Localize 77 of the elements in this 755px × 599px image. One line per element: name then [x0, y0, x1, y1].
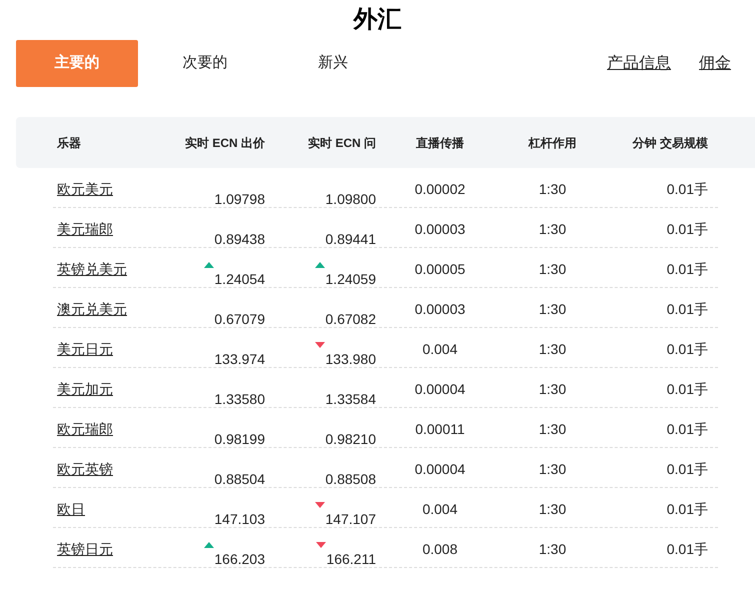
ask-price: 0.67082: [324, 310, 376, 329]
column-header: 实时 ECN 问: [306, 134, 377, 152]
leverage-value: 1:30: [538, 380, 566, 399]
down-triangle-icon: [315, 502, 326, 508]
up-triangle-icon: [315, 262, 326, 268]
instrument-link[interactable]: 欧元瑞郎: [57, 421, 113, 437]
down-triangle-icon: [316, 542, 326, 548]
bid-price: 0.88504: [213, 470, 265, 489]
trade-size-value: 0.01手: [666, 340, 708, 359]
ask-price: 0.98210: [324, 430, 376, 449]
spread-value: 0.00002: [414, 180, 466, 199]
instrument-link[interactable]: 美元瑞郎: [57, 221, 113, 237]
bid-price: 133.974: [213, 350, 265, 369]
ask-price: 1.24059: [315, 262, 376, 290]
spread-value: 0.00005: [414, 260, 466, 279]
down-triangle-icon: [315, 342, 326, 348]
category-tab[interactable]: 次要的: [144, 40, 266, 87]
trade-size-value: 0.01手: [666, 260, 708, 279]
ask-price: 0.88508: [324, 470, 376, 489]
bid-price: 147.103: [213, 510, 265, 529]
spread-value: 0.00004: [414, 460, 466, 479]
leverage-value: 1:30: [538, 540, 566, 559]
bid-price: 1.33580: [213, 390, 265, 409]
trade-size-value: 0.01手: [666, 540, 708, 559]
ask-price: 166.211: [316, 542, 376, 570]
spread-value: 0.00003: [414, 220, 466, 239]
instrument-link[interactable]: 澳元兑美元: [57, 301, 127, 317]
bid-price: 0.98199: [213, 430, 265, 449]
leverage-value: 1:30: [538, 180, 566, 199]
spread-value: 0.00003: [414, 300, 466, 319]
trade-size-value: 0.01手: [666, 220, 708, 239]
instrument-link[interactable]: 英镑兑美元: [57, 261, 127, 277]
spread-value: 0.004: [422, 340, 458, 359]
ask-price: 1.33584: [324, 390, 376, 409]
bid-price: 166.203: [204, 542, 265, 570]
ask-price: 147.107: [315, 502, 376, 530]
spread-value: 0.00011: [415, 420, 465, 439]
leverage-value: 1:30: [538, 300, 566, 319]
trade-size-value: 0.01手: [666, 500, 708, 519]
spread-value: 0.008: [422, 540, 458, 559]
spread-value: 0.004: [422, 500, 458, 519]
bid-price: 1.09798: [213, 190, 265, 209]
column-header: 实时 ECN 出价: [184, 134, 266, 152]
column-header: 杠杆作用: [527, 134, 578, 152]
category-tab[interactable]: 新兴: [272, 40, 394, 87]
bid-price: 0.89438: [213, 230, 265, 249]
column-header: 乐器: [56, 134, 82, 152]
leverage-value: 1:30: [538, 340, 566, 359]
instrument-link[interactable]: 美元加元: [57, 381, 113, 397]
spread-value: 0.00004: [414, 380, 466, 399]
ask-price: 133.980: [315, 342, 376, 370]
instrument-link[interactable]: 欧元英镑: [57, 461, 113, 477]
ask-price: 0.89441: [324, 230, 376, 249]
instrument-link[interactable]: 欧日: [57, 501, 85, 517]
info-link[interactable]: 产品信息: [607, 52, 671, 76]
trade-size-value: 0.01手: [666, 420, 708, 439]
column-header: 直播传播: [415, 134, 465, 152]
bid-price: 1.24054: [204, 262, 265, 290]
leverage-value: 1:30: [538, 220, 566, 239]
trade-size-value: 0.01手: [666, 300, 708, 319]
page-title: 外汇: [354, 5, 402, 35]
info-link[interactable]: 佣金: [699, 52, 731, 76]
instrument-link[interactable]: 英镑日元: [57, 541, 113, 557]
leverage-value: 1:30: [538, 500, 566, 519]
leverage-value: 1:30: [538, 460, 566, 479]
ask-price: 1.09800: [324, 190, 376, 209]
bid-price: 0.67079: [213, 310, 265, 329]
trade-size-value: 0.01手: [666, 180, 708, 199]
leverage-value: 1:30: [538, 260, 566, 279]
up-triangle-icon: [204, 262, 214, 268]
up-triangle-icon: [204, 542, 214, 548]
column-header: 分钟 交易规模: [631, 134, 709, 152]
instrument-link[interactable]: 欧元美元: [57, 181, 113, 197]
trade-size-value: 0.01手: [666, 380, 708, 399]
trade-size-value: 0.01手: [666, 460, 708, 479]
instrument-link[interactable]: 美元日元: [57, 341, 113, 357]
leverage-value: 1:30: [538, 420, 566, 439]
